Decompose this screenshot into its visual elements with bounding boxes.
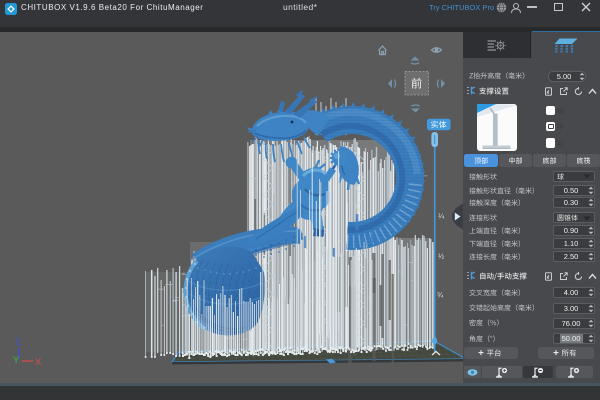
svg-text:Z: Z (15, 337, 21, 348)
svg-text:½: ½ (438, 252, 445, 261)
svg-text:X: X (35, 357, 42, 368)
svg-text:¾: ¾ (437, 291, 444, 300)
svg-text:Y: Y (13, 355, 20, 366)
svg-text:¼: ¼ (438, 212, 445, 221)
